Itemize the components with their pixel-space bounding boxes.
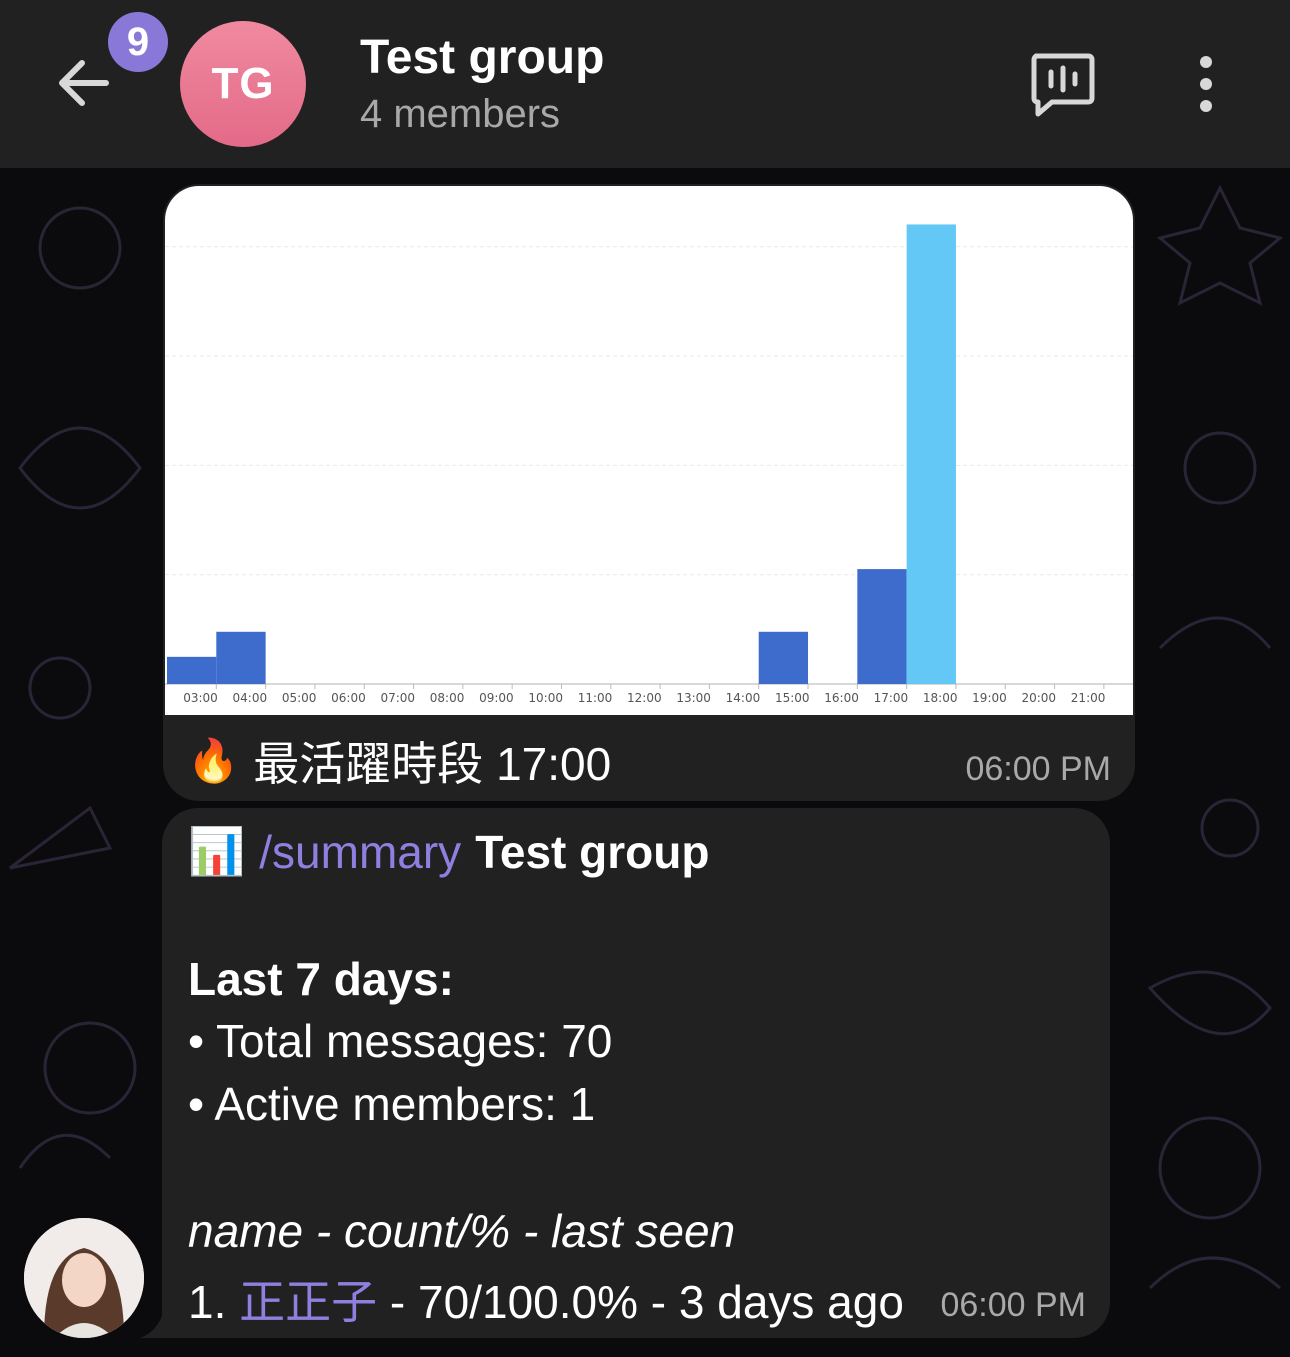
- member-count: 4 members: [360, 92, 561, 136]
- x-tick-label: 04:00: [233, 691, 268, 705]
- summary-group-name: Test group: [475, 825, 710, 878]
- bar-17:00: [857, 569, 907, 684]
- fire-icon: 🔥: [187, 736, 240, 784]
- columns-header: name - count/% - last seen: [188, 1205, 736, 1257]
- bar-chart-icon: 📊: [188, 825, 246, 877]
- group-avatar[interactable]: TG: [180, 21, 306, 147]
- group-title[interactable]: Test group: [360, 30, 604, 85]
- total-messages: • Total messages: 70: [188, 1015, 613, 1067]
- x-tick-label: 10:00: [528, 691, 563, 705]
- x-tick-label: 09:00: [479, 691, 514, 705]
- x-tick-label: 14:00: [726, 691, 761, 705]
- summary-message[interactable]: 📊 /summary Test group Last 7 days: • Tot…: [162, 808, 1110, 1338]
- activity-chart[interactable]: 03:00 04:00 05:00 06:00 07:00 08:00 09:00 10:00…: [165, 186, 1133, 715]
- x-tick-label: 19:00: [972, 691, 1007, 705]
- message-time: 06:00 PM: [965, 750, 1111, 788]
- bar-03:00: [167, 656, 217, 684]
- x-tick-label: 20:00: [1021, 691, 1056, 705]
- chart-caption: 🔥 最活躍時段 17:00: [187, 728, 611, 794]
- x-tick-label: 21:00: [1071, 691, 1106, 705]
- sender-avatar[interactable]: [24, 1218, 144, 1338]
- arrow-left-icon: [59, 60, 109, 106]
- chart-message[interactable]: 03:00 04:00 05:00 06:00 07:00 08:00 09:00 10:00…: [163, 184, 1135, 801]
- message-time: 06:00 PM: [940, 1286, 1086, 1324]
- x-tick-label: 11:00: [578, 691, 613, 705]
- x-tick-label: 17:00: [874, 691, 909, 705]
- summary-command-link[interactable]: /summary: [259, 825, 461, 879]
- x-tick-label: 03:00: [183, 691, 218, 705]
- x-tick-label: 15:00: [775, 691, 810, 705]
- x-tick-label: 16:00: [824, 691, 859, 705]
- active-members: • Active members: 1: [188, 1078, 596, 1130]
- x-tick-label: 12:00: [627, 691, 662, 705]
- chat-header: 9 TG Test group 4 members: [0, 0, 1290, 168]
- x-tick-label: 18:00: [923, 691, 958, 705]
- more-vertical-icon: [1200, 56, 1212, 112]
- member-stats: - 70/100.0% - 3 days ago: [377, 1276, 904, 1328]
- rank-number: 1.: [188, 1276, 240, 1328]
- summary-header: 📊 /summary Test group: [188, 824, 709, 879]
- more-options-button[interactable]: [1180, 52, 1232, 116]
- x-tick-label: 05:00: [282, 691, 317, 705]
- user-photo: [24, 1218, 144, 1338]
- unread-badge: 9: [108, 12, 168, 72]
- hourly-activity-bar-chart: 03:00 04:00 05:00 06:00 07:00 08:00 09:00 10:00…: [165, 224, 1133, 705]
- back-button[interactable]: [50, 48, 120, 118]
- bar-18:00: [906, 224, 956, 684]
- member-name-link[interactable]: 正正子: [239, 1276, 377, 1328]
- bar-15:00: [758, 631, 809, 684]
- group-stats-button[interactable]: [1026, 48, 1098, 120]
- bar-04:00: [216, 631, 266, 684]
- x-tick-label: 13:00: [676, 691, 711, 705]
- x-tick-label: 06:00: [331, 691, 366, 705]
- chart-bubble-icon: [1031, 53, 1095, 117]
- ranking-row: 1. 正正子 - 70/100.0% - 3 days ago: [188, 1266, 904, 1332]
- x-tick-label: 08:00: [430, 691, 465, 705]
- period-label: Last 7 days:: [188, 953, 454, 1005]
- peak-hour-text: 最活躍時段 17:00: [253, 738, 612, 790]
- x-tick-label: 07:00: [380, 691, 415, 705]
